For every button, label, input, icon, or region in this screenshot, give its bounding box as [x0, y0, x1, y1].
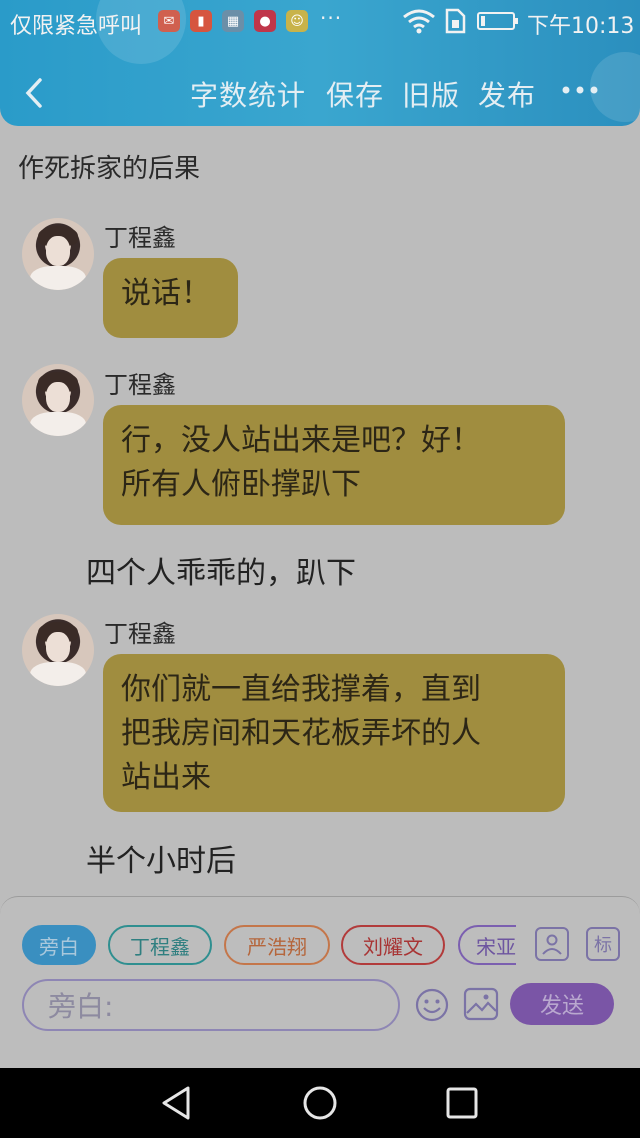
message-bubble[interactable]: 说话！	[103, 258, 238, 338]
recents-nav-icon[interactable]	[443, 1084, 481, 1122]
message-line: 行，没人站出来是吧？好！	[121, 423, 481, 458]
save-button[interactable]: 保存	[326, 74, 384, 114]
message-line: 说话！	[121, 276, 211, 311]
wifi-icon	[403, 9, 435, 34]
character-manage-icon[interactable]	[535, 927, 569, 961]
avatar[interactable]	[22, 614, 94, 686]
old-version-button[interactable]: 旧版	[402, 74, 460, 114]
more-notifications: ···	[320, 6, 343, 30]
speaker-name: 丁程鑫	[104, 224, 176, 252]
back-arrow-icon[interactable]	[22, 76, 48, 110]
status-bar: 仅限紧急呼叫 ✉ ▮ ▦ ● ☺ ··· 下午10:13	[0, 0, 640, 44]
role-chip-song-container: 宋亚轩	[458, 925, 516, 965]
battery-icon	[477, 12, 518, 30]
carrier-text: 仅限紧急呼叫	[10, 14, 143, 39]
more-menu-icon[interactable]	[560, 80, 600, 100]
gallery-icon: ▦	[222, 10, 244, 32]
tag-icon[interactable]: 标	[586, 927, 620, 961]
emoji-icon[interactable]	[414, 987, 450, 1023]
role-chip-liu[interactable]: 刘耀文	[341, 925, 445, 965]
role-chip-song[interactable]: 宋亚轩	[458, 925, 516, 965]
message-line: 所有人俯卧撑趴下	[121, 467, 361, 502]
image-icon[interactable]	[463, 987, 499, 1021]
word-count-button[interactable]: 字数统计	[190, 74, 306, 114]
home-nav-icon[interactable]	[301, 1084, 339, 1122]
message-line: 站出来	[121, 760, 211, 795]
back-nav-icon[interactable]	[158, 1084, 196, 1122]
avatar[interactable]	[22, 364, 94, 436]
speaker-name: 丁程鑫	[104, 620, 176, 648]
role-chip-narrator[interactable]: 旁白	[22, 925, 96, 965]
speaker-name: 丁程鑫	[104, 371, 176, 399]
chapter-title[interactable]: 作死拆家的后果	[18, 148, 200, 185]
role-chip-ding[interactable]: 丁程鑫	[108, 925, 212, 965]
narration-text[interactable]: 半个小时后	[86, 836, 236, 880]
message-input[interactable]: 旁白:	[22, 979, 400, 1031]
narration-text[interactable]: 四个人乖乖的，趴下	[86, 548, 356, 592]
sim-card-icon	[445, 8, 466, 34]
mail-icon: ✉	[158, 10, 180, 32]
message-bubble[interactable]: 行，没人站出来是吧？好！ 所有人俯卧撑趴下	[103, 405, 565, 525]
header: 仅限紧急呼叫 ✉ ▮ ▦ ● ☺ ··· 下午10:13 字数统计 保存 旧版 …	[0, 0, 640, 126]
toolbar: 字数统计 保存 旧版 发布	[0, 64, 640, 120]
send-button[interactable]: 发送	[510, 983, 614, 1025]
app-smile-icon: ☺	[286, 10, 308, 32]
message-bubble[interactable]: 你们就一直给我撑着，直到 把我房间和天花板弄坏的人 站出来	[103, 654, 565, 812]
app-red-icon: ●	[254, 10, 276, 32]
clock: 下午10:13	[527, 14, 635, 39]
notification-icons: ✉ ▮ ▦ ● ☺	[158, 10, 308, 32]
message-line: 你们就一直给我撑着，直到	[121, 672, 481, 707]
navigation-bar	[0, 1068, 640, 1138]
avatar[interactable]	[22, 218, 94, 290]
bottle-icon: ▮	[190, 10, 212, 32]
compose-panel: 旁白 丁程鑫 严浩翔 刘耀文 宋亚轩 标 旁白: 发送	[0, 896, 640, 1068]
publish-button[interactable]: 发布	[478, 74, 536, 114]
role-chip-yan[interactable]: 严浩翔	[224, 925, 330, 965]
message-line: 把我房间和天花板弄坏的人	[121, 716, 481, 751]
